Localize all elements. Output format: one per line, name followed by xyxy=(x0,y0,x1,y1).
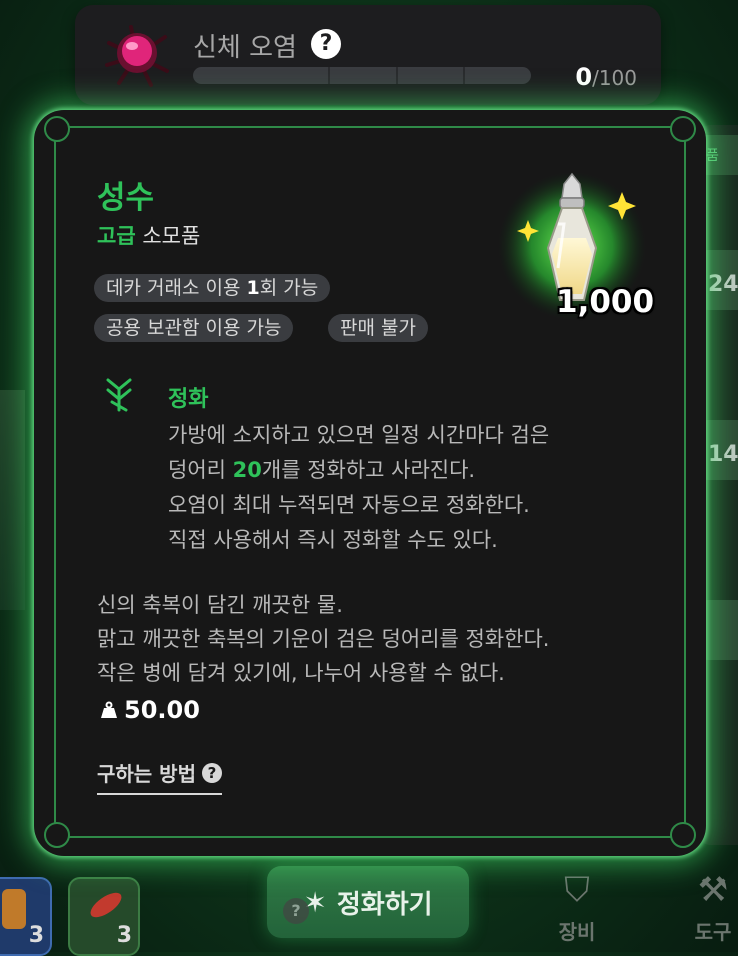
help-icon: ? xyxy=(201,762,222,783)
contamination-count: 0/100 xyxy=(575,63,637,91)
nav-tools[interactable]: ⚒ 도구 xyxy=(685,870,738,952)
slot-count: 3 xyxy=(116,923,132,948)
item-tooltip-card: 성수 고급 소모품 데카 거래소 이용 1회 가능 공용 보관함 이용 가능 판… xyxy=(34,110,706,856)
contamination-panel: 신체 오염 ? 0/100 xyxy=(75,5,661,105)
frame-ornament xyxy=(44,116,70,142)
nav-equipment[interactable]: ⛉ 장비 xyxy=(549,870,605,952)
item-lore: 신의 축복이 담긴 깨끗한 물. 맑고 깨끗한 축복의 기운이 검은 덩어리를 … xyxy=(97,593,550,685)
axe-icon: ⚒ xyxy=(697,870,729,910)
quick-slot-2[interactable]: 3 xyxy=(68,877,140,956)
tag-shared-storage: 공용 보관함 이용 가능 xyxy=(94,314,294,342)
effect-description: 가방에 소지하고 있으면 일정 시간마다 검은 덩어리 20개를 정화하고 사라… xyxy=(168,423,550,552)
jar-icon xyxy=(2,889,26,929)
item-grade: 고급 xyxy=(97,224,136,248)
how-to-get-link[interactable]: 구하는 방법 ? xyxy=(97,758,222,795)
contamination-max: /100 xyxy=(592,66,637,90)
background-decoration xyxy=(0,390,25,610)
tag-no-sale: 판매 불가 xyxy=(328,314,428,342)
item-weight: 50.00 xyxy=(100,696,200,724)
progress-divider xyxy=(463,67,465,84)
frame-ornament xyxy=(670,116,696,142)
slot-count: 3 xyxy=(28,923,44,948)
item-type: 소모품 xyxy=(142,224,201,248)
contamination-blob-icon xyxy=(105,25,169,87)
shield-sword-icon: ⛉ xyxy=(564,870,590,910)
effect-title: 정화 xyxy=(168,387,209,412)
weight-icon xyxy=(101,701,117,718)
purify-button-label: 정화하기 xyxy=(336,889,433,920)
weight-value: 50.00 xyxy=(124,696,200,724)
help-badge-icon[interactable]: ? xyxy=(283,898,309,924)
help-icon[interactable]: ? xyxy=(311,29,341,59)
item-quantity: 1,000 xyxy=(556,284,655,320)
contamination-current: 0 xyxy=(575,63,593,91)
frame-ornament xyxy=(44,822,70,848)
item-grade-line: 고급 소모품 xyxy=(97,220,200,250)
frame-ornament xyxy=(670,822,696,848)
quick-slot-1[interactable]: 3 xyxy=(0,877,52,956)
progress-divider xyxy=(396,67,398,84)
contamination-progress-bar xyxy=(193,67,531,84)
feather-icon xyxy=(86,888,126,922)
purify-rune-icon xyxy=(106,378,132,412)
tag-exchange: 데카 거래소 이용 1회 가능 xyxy=(94,274,331,302)
item-name: 성수 xyxy=(97,180,155,216)
progress-divider xyxy=(328,67,330,84)
contamination-title: 신체 오염 xyxy=(193,33,297,63)
